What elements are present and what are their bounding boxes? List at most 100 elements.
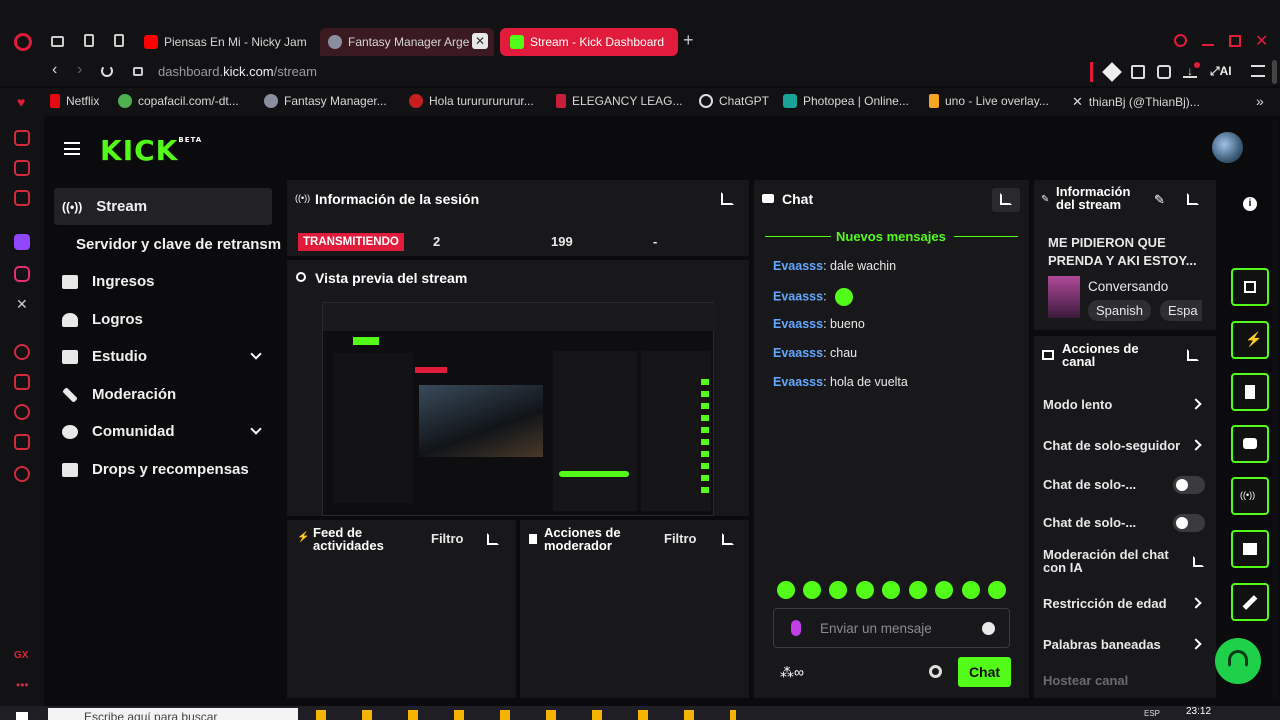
reload-icon[interactable] xyxy=(101,65,113,77)
action-slow-mode[interactable]: Modo lento xyxy=(1043,397,1112,412)
nav-item-server-key[interactable]: Servidor y clave de retransm xyxy=(76,236,286,253)
bookmark-elegancy[interactable]: ELEGANCY LEAG... xyxy=(556,94,683,108)
bookmark-chatgpt[interactable]: ChatGPT xyxy=(699,94,769,108)
more-rail-icon[interactable]: ••• xyxy=(16,678,29,692)
nav-item-drops[interactable]: Drops y recompensas xyxy=(62,461,249,478)
quick-action-notes[interactable] xyxy=(1231,373,1269,411)
info-icon[interactable]: i xyxy=(1243,197,1257,211)
tag-spanish[interactable]: Spanish xyxy=(1088,300,1151,321)
quick-action-lightning[interactable]: ⚡ xyxy=(1231,321,1269,359)
quick-action-studio[interactable] xyxy=(1231,530,1269,568)
pinned-tab-icon-2[interactable] xyxy=(114,34,124,47)
microphone-icon[interactable] xyxy=(791,620,801,636)
rail-icon-3[interactable] xyxy=(14,190,30,206)
emote-9-icon[interactable] xyxy=(988,581,1006,599)
twitch-icon[interactable] xyxy=(14,234,30,250)
chat-message[interactable]: Evaasss: chau xyxy=(773,346,857,360)
history-icon[interactable] xyxy=(14,404,30,420)
edit-pencil-icon[interactable]: ✎ xyxy=(1154,192,1165,208)
search-tabs-icon[interactable] xyxy=(1174,34,1187,47)
comunidad-chevron-down-icon[interactable] xyxy=(250,423,262,435)
emote-3-icon[interactable] xyxy=(829,581,847,599)
action-host-channel[interactable]: Hostear canal xyxy=(1043,673,1128,688)
nav-item-logros[interactable]: Logros xyxy=(62,311,143,328)
user-avatar[interactable] xyxy=(1212,132,1243,163)
player-icon[interactable] xyxy=(14,344,30,360)
extensions-rail-icon[interactable] xyxy=(14,434,30,450)
category-thumbnail[interactable] xyxy=(1048,276,1080,318)
category-name[interactable]: Conversando xyxy=(1088,279,1168,294)
aria-ai-button[interactable]: ⤢AI xyxy=(1210,64,1232,79)
heart-icon[interactable]: ♥ xyxy=(17,94,25,110)
action-subs-only[interactable]: Chat de solo-... xyxy=(1043,477,1136,492)
emote-5-icon[interactable] xyxy=(882,581,900,599)
bookmark-hola[interactable]: Hola turururururur... xyxy=(409,94,534,108)
nav-item-stream[interactable]: ((•)) Stream xyxy=(62,198,147,215)
chat-input[interactable]: Enviar un mensaje xyxy=(773,608,1010,648)
windows-start-icon[interactable] xyxy=(16,712,28,720)
taskbar-search-box[interactable]: Escribe aquí para buscar xyxy=(48,708,298,720)
pin-icon[interactable] xyxy=(14,374,30,390)
tab-switch-icon[interactable] xyxy=(51,36,64,47)
bookmark-fantasy[interactable]: Fantasy Manager... xyxy=(264,94,387,108)
new-tab-button[interactable]: + xyxy=(683,31,699,49)
action-ai-moderation[interactable]: Moderación del chat con IA xyxy=(1043,548,1173,574)
emote-only-toggle[interactable] xyxy=(1173,514,1205,532)
emote-6-icon[interactable] xyxy=(909,581,927,599)
feed-popout-icon[interactable] xyxy=(487,533,499,545)
estudio-chevron-down-icon[interactable] xyxy=(250,348,262,360)
nav-item-comunidad[interactable]: Comunidad xyxy=(62,423,175,440)
maximize-icon[interactable] xyxy=(1229,35,1241,47)
mod-filter-button[interactable]: Filtro xyxy=(664,531,697,546)
chat-message[interactable]: Evaasss: dale wachin xyxy=(773,259,896,273)
emote-8-icon[interactable] xyxy=(962,581,980,599)
forward-icon[interactable]: › xyxy=(77,61,82,79)
bookmark-x[interactable]: ✕ thianBj (@ThianBj)... xyxy=(1072,94,1200,110)
taskbar-app-icons[interactable] xyxy=(316,710,736,720)
support-chat-button[interactable] xyxy=(1215,638,1261,684)
taskbar-lang[interactable]: ESP xyxy=(1144,709,1160,718)
chat-settings-icon[interactable] xyxy=(929,665,942,678)
minimize-icon[interactable] xyxy=(1202,44,1214,46)
kick-logo[interactable]: KICKBETA xyxy=(100,134,202,167)
ai-moderation-external-icon[interactable] xyxy=(1193,556,1204,567)
chat-message[interactable]: Evaasss: bueno xyxy=(773,317,865,331)
scrollbar-top[interactable] xyxy=(1272,60,1277,84)
stream-preview-video[interactable] xyxy=(322,302,715,516)
taskbar-clock[interactable]: 23:12 xyxy=(1186,706,1211,717)
quick-action-mod[interactable] xyxy=(1231,583,1269,621)
puzzle-icon[interactable] xyxy=(1131,65,1145,79)
bookmark-photopea[interactable]: Photopea | Online... xyxy=(783,94,909,108)
nav-item-estudio[interactable]: Estudio xyxy=(62,348,147,365)
back-icon[interactable]: ‹ xyxy=(52,61,57,79)
chat-username[interactable]: Evaasss xyxy=(773,289,823,303)
chat-message[interactable]: Evaasss: xyxy=(773,288,853,306)
emote-7-icon[interactable] xyxy=(935,581,953,599)
pinned-tab-icon[interactable] xyxy=(84,34,94,47)
subs-only-toggle[interactable] xyxy=(1173,476,1205,494)
chat-message[interactable]: Evaasss: hola de vuelta xyxy=(773,375,908,389)
action-banned-words[interactable]: Palabras baneadas xyxy=(1043,637,1161,652)
emote-2-icon[interactable] xyxy=(803,581,821,599)
more-bookmarks-icon[interactable]: » xyxy=(1256,93,1264,109)
quick-action-chat[interactable] xyxy=(1231,425,1269,463)
tag-espanol[interactable]: Espa xyxy=(1160,300,1202,321)
quick-action-camera[interactable] xyxy=(1231,268,1269,306)
chat-username[interactable]: Evaasss xyxy=(773,259,823,273)
quick-action-broadcast[interactable]: ((•)) xyxy=(1231,477,1269,515)
bookmark-netflix[interactable]: Netflix xyxy=(50,94,99,108)
emote-1-icon[interactable] xyxy=(777,581,795,599)
action-emote-only[interactable]: Chat de solo-... xyxy=(1043,515,1136,530)
tab-fantasy-manager[interactable]: Fantasy Manager Arge ✕ xyxy=(320,28,494,56)
bookmark-copafacil[interactable]: copafacil.com/-dt... xyxy=(118,94,239,108)
tab-youtube[interactable]: Piensas En Mi - Nicky Jam xyxy=(144,28,310,56)
nav-item-ingresos[interactable]: Ingresos xyxy=(62,273,155,290)
x-rail-icon[interactable]: ✕ xyxy=(16,296,28,313)
rail-icon-1[interactable] xyxy=(14,130,30,146)
popout-icon[interactable] xyxy=(721,192,734,205)
opera-logo-icon[interactable] xyxy=(14,33,32,51)
scrollbar-right[interactable] xyxy=(1272,120,1278,700)
chat-send-button[interactable]: Chat xyxy=(958,657,1011,687)
tab-kick-dashboard[interactable]: Stream - Kick Dashboard xyxy=(500,28,678,56)
url-field[interactable]: dashboard.kick.com/stream xyxy=(158,64,317,79)
